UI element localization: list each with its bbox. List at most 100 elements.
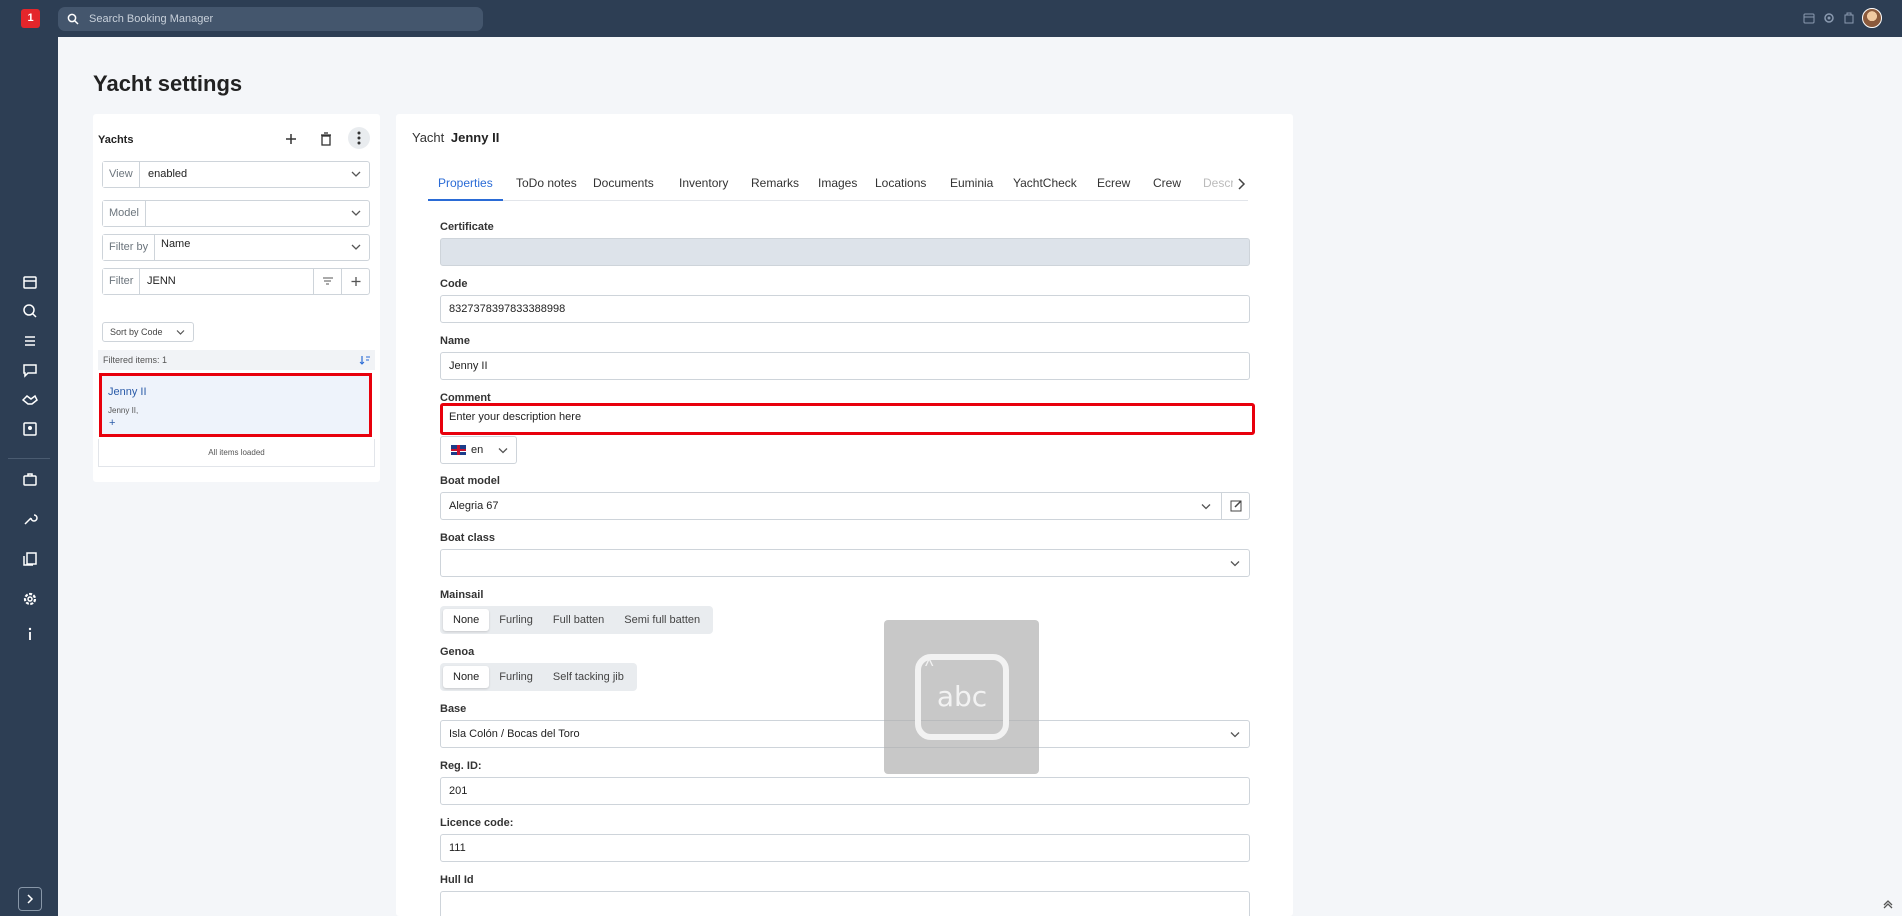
chevron-right-icon[interactable] <box>1236 178 1246 190</box>
genoa-toggle: None Furling Self tacking jib <box>440 663 637 691</box>
code-label: Code <box>440 278 468 290</box>
sort-select[interactable]: Sort by Code <box>102 322 194 342</box>
tab-properties[interactable]: Properties <box>428 171 503 201</box>
bag-icon[interactable] <box>1842 11 1856 25</box>
filter-by-select[interactable]: Filter by Name <box>102 234 370 261</box>
tab-images[interactable]: Images <box>818 171 857 201</box>
briefcase-nav-icon[interactable] <box>21 470 39 488</box>
handshake-nav-icon[interactable] <box>21 391 39 409</box>
language-select[interactable]: en <box>440 436 517 464</box>
tab-todo-notes[interactable]: ToDo notes <box>516 171 577 201</box>
genoa-option-furling[interactable]: Furling <box>489 666 543 688</box>
mainsail-option-full-batten[interactable]: Full batten <box>543 609 614 631</box>
mainsail-option-semi-full-batten[interactable]: Semi full batten <box>614 609 710 631</box>
filter-options-button[interactable] <box>313 269 341 294</box>
mainsail-option-furling[interactable]: Furling <box>489 609 543 631</box>
app-logo[interactable]: 1 <box>21 9 40 28</box>
model-label: Model <box>103 201 146 226</box>
tab-crew[interactable]: Crew <box>1153 171 1181 201</box>
genoa-option-self-tacking-jib[interactable]: Self tacking jib <box>543 666 634 688</box>
copy-nav-icon[interactable] <box>21 550 39 568</box>
info-nav-icon[interactable] <box>21 625 39 643</box>
tab-documents[interactable]: Documents <box>593 171 654 201</box>
hull-id-field[interactable] <box>440 891 1250 916</box>
top-bar: 1 Search Booking Manager <box>0 0 1902 37</box>
delete-yacht-button[interactable] <box>318 131 334 147</box>
yacht-list-item[interactable]: Jenny II Jenny II, + <box>99 373 372 437</box>
all-loaded-text: All items loaded <box>98 439 375 467</box>
code-field[interactable]: 8327378397833388998 <box>440 295 1250 323</box>
view-value: enabled <box>148 168 188 180</box>
settings-nav-icon[interactable] <box>21 590 39 608</box>
boat-model-select[interactable]: Alegria 67 <box>440 492 1250 520</box>
tab-ecrew[interactable]: Ecrew <box>1097 171 1130 201</box>
chevron-down-icon <box>1230 561 1240 567</box>
tab-inventory[interactable]: Inventory <box>679 171 728 201</box>
chevron-down-icon <box>351 244 361 250</box>
licence-code-label: Licence code: <box>440 817 514 829</box>
filter-label: Filter <box>103 269 141 294</box>
calendar-icon[interactable] <box>1802 11 1816 25</box>
tab-remarks[interactable]: Remarks <box>751 171 799 201</box>
chevron-right-icon <box>27 894 34 904</box>
hull-id-label: Hull Id <box>440 874 474 886</box>
contacts-nav-icon[interactable] <box>21 420 39 438</box>
chevron-down-icon <box>176 330 185 335</box>
model-select[interactable]: Model <box>102 200 370 227</box>
more-options-button[interactable] <box>348 127 370 149</box>
user-avatar[interactable] <box>1862 8 1882 28</box>
list-nav-icon[interactable] <box>21 332 39 350</box>
licence-code-field[interactable]: 111 <box>440 834 1250 862</box>
boat-model-label: Boat model <box>440 475 500 487</box>
filter-list-icon <box>323 277 333 285</box>
boat-model-value: Alegria 67 <box>449 500 499 512</box>
yacht-header: Yacht Jenny II <box>412 130 499 145</box>
left-navigation <box>0 37 58 916</box>
search-input[interactable]: Search Booking Manager <box>89 7 213 31</box>
chevron-down-icon <box>351 171 361 177</box>
tab-euminia[interactable]: Euminia <box>950 171 993 201</box>
reg-id-field[interactable]: 201 <box>440 777 1250 805</box>
expand-item-button[interactable]: + <box>109 417 115 429</box>
search-icon <box>67 13 79 25</box>
view-select[interactable]: View enabled <box>102 161 370 188</box>
comment-field[interactable]: Enter your description here <box>440 403 1255 435</box>
filter-input-group: Filter JENN <box>102 268 370 295</box>
mainsail-toggle: None Furling Full batten Semi full batte… <box>440 606 714 634</box>
base-select[interactable]: Isla Colón / Bocas del Toro <box>440 720 1250 748</box>
chevron-down-icon <box>1230 732 1240 738</box>
base-value: Isla Colón / Bocas del Toro <box>449 728 580 740</box>
name-label: Name <box>440 335 470 347</box>
yacht-header-name: Jenny II <box>450 130 500 145</box>
page-title: Yacht settings <box>93 71 243 96</box>
chat-nav-icon[interactable] <box>21 361 39 379</box>
calendar-nav-icon[interactable] <box>21 273 39 291</box>
name-field[interactable]: Jenny II <box>440 352 1250 380</box>
boat-class-select[interactable] <box>440 549 1250 577</box>
nav-divider <box>8 458 50 459</box>
filter-input[interactable]: JENN <box>147 269 176 294</box>
global-search[interactable]: Search Booking Manager <box>58 7 483 31</box>
genoa-option-none[interactable]: None <box>443 666 490 688</box>
chevron-down-icon <box>498 448 508 454</box>
filtered-count: Filtered items: 1 <box>103 355 168 365</box>
scroll-to-top-icon[interactable] <box>1882 898 1894 910</box>
add-yacht-button[interactable] <box>283 131 299 147</box>
search-nav-icon[interactable] <box>21 302 39 320</box>
tab-locations[interactable]: Locations <box>875 171 926 201</box>
uk-flag-icon <box>451 445 466 455</box>
gear-icon[interactable] <box>1822 11 1836 25</box>
tab-description[interactable]: Descr <box>1203 171 1233 201</box>
chevron-down-icon <box>1201 504 1211 510</box>
boat-class-label: Boat class <box>440 532 496 544</box>
edit-boat-model-button[interactable] <box>1221 493 1249 519</box>
expand-nav-button[interactable] <box>18 887 42 911</box>
sort-order-icon[interactable] <box>359 354 371 366</box>
sort-value: Sort by Code <box>110 327 163 337</box>
wrench-nav-icon[interactable] <box>21 510 39 528</box>
top-icons <box>1802 8 1882 28</box>
overlay-text: abc <box>936 680 988 713</box>
tab-yachtcheck[interactable]: YachtCheck <box>1013 171 1077 201</box>
add-filter-button[interactable] <box>341 269 369 294</box>
mainsail-option-none[interactable]: None <box>443 609 490 631</box>
